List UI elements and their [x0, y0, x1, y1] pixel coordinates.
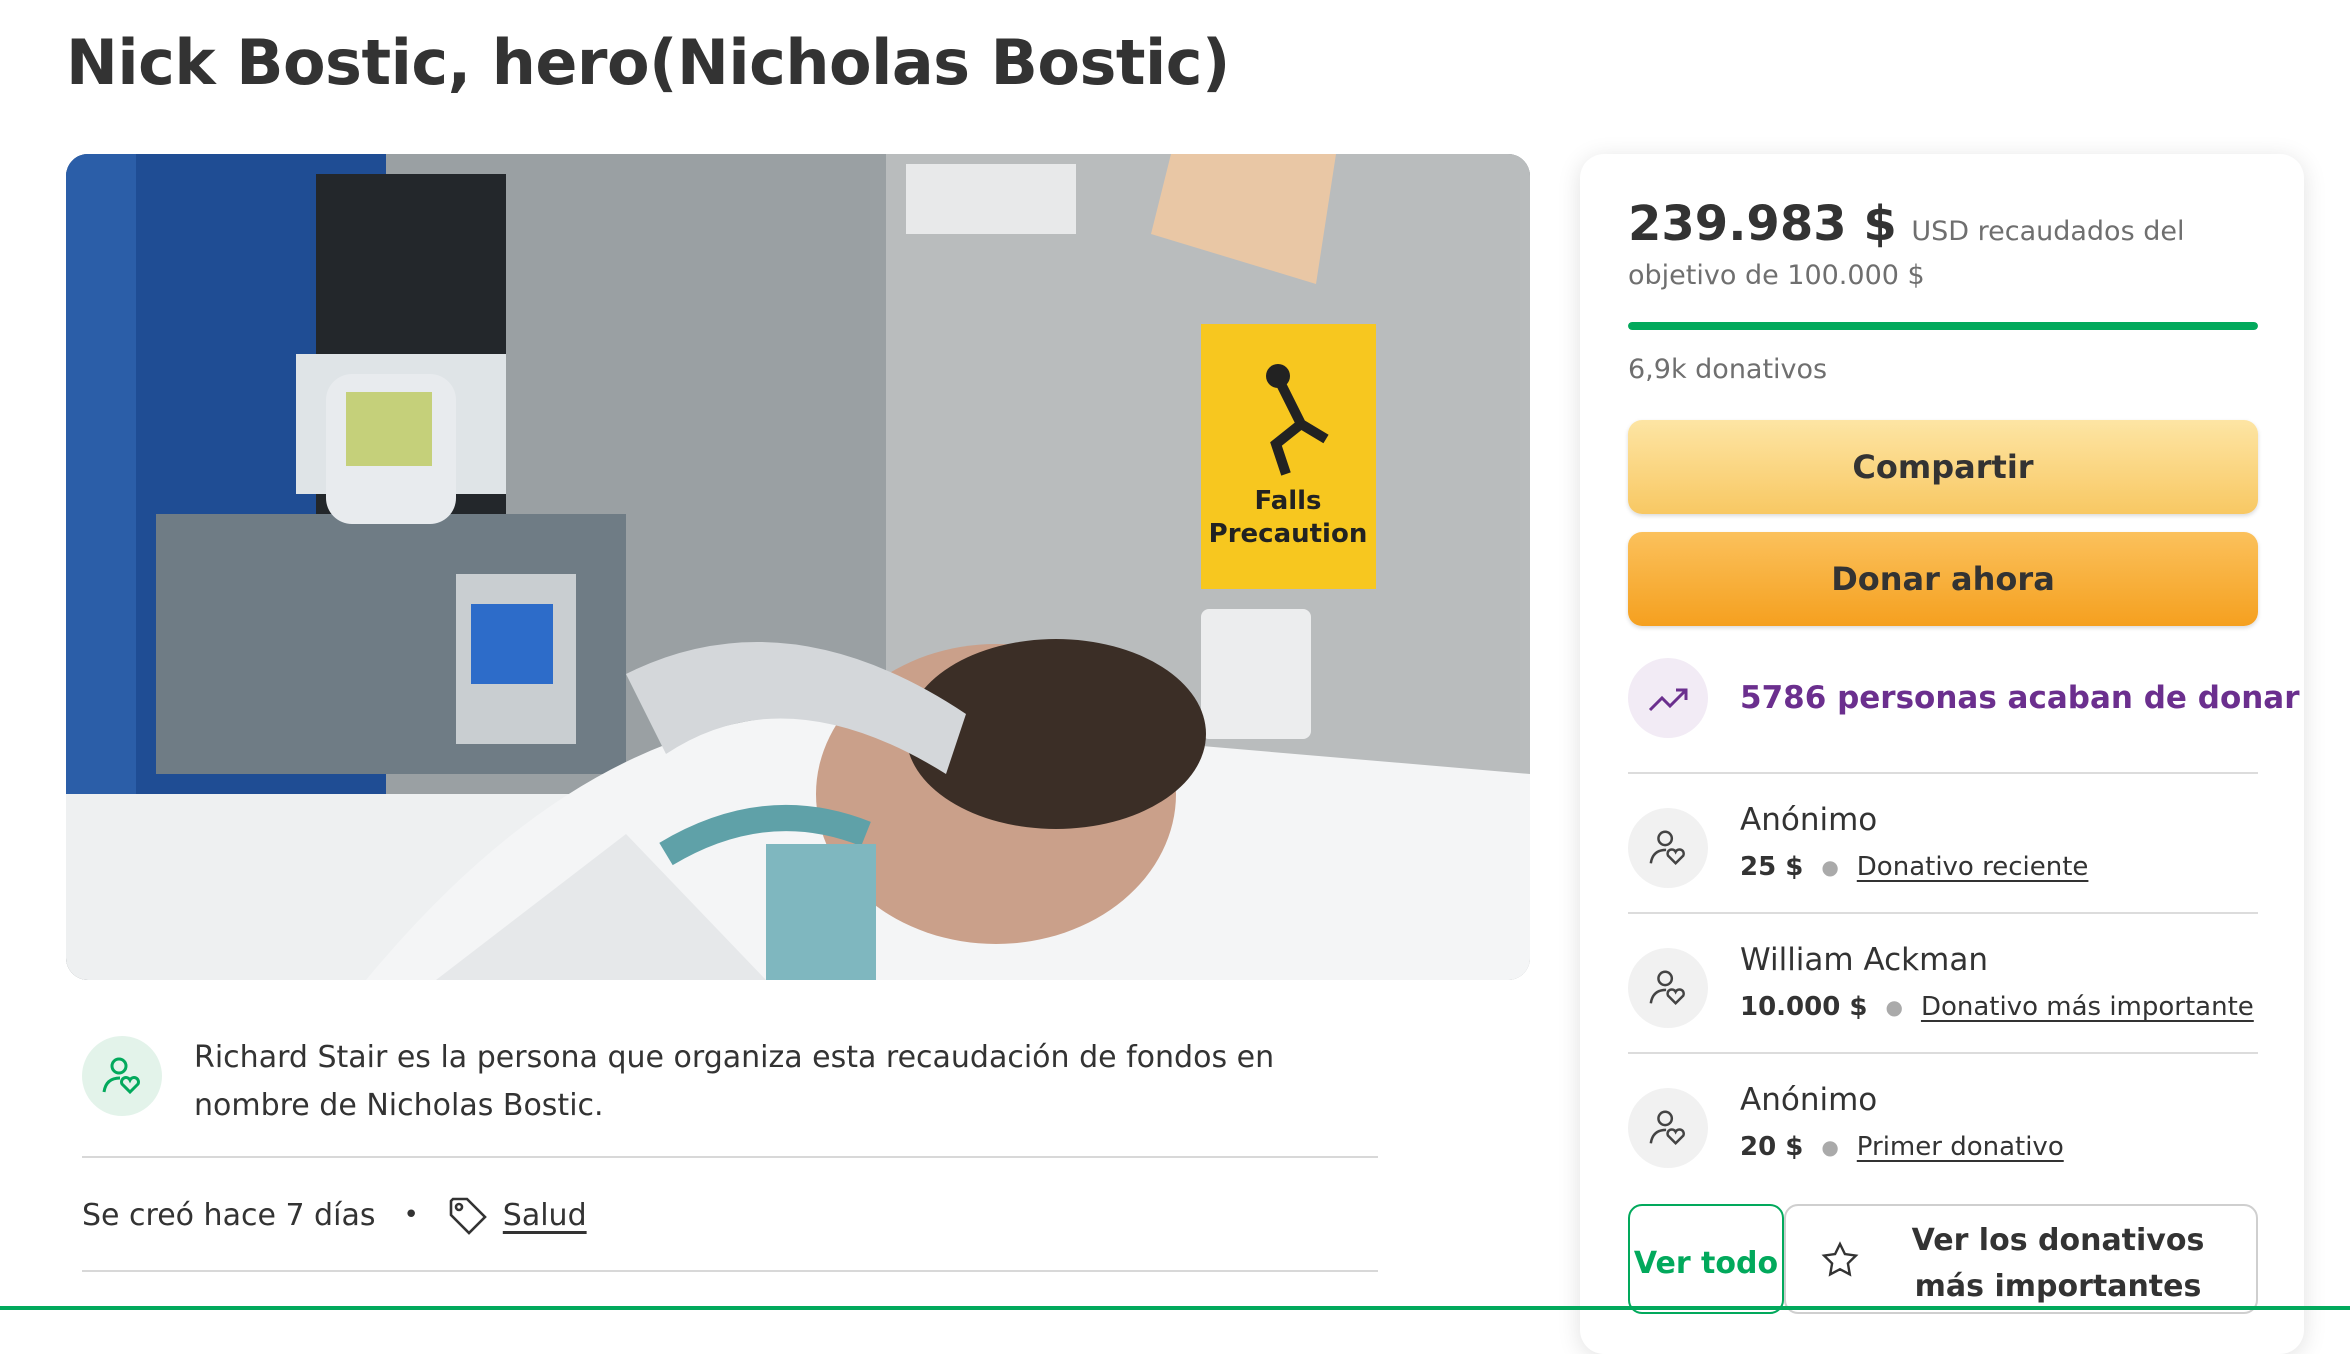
- divider: [82, 1270, 1378, 1272]
- share-button[interactable]: Compartir: [1628, 420, 2258, 514]
- bottom-accent-bar: [0, 1306, 2350, 1310]
- category-link[interactable]: Salud: [503, 1198, 587, 1233]
- tag-icon: [447, 1195, 487, 1235]
- campaign-photo: Falls Precaution: [66, 154, 1530, 980]
- donor-details: 10.000 $ ● Donativo más importante: [1740, 992, 2254, 1022]
- donor-name: Anónimo: [1740, 802, 1878, 838]
- organizer-heart-icon: [82, 1036, 162, 1116]
- dot-separator: ●: [1821, 1135, 1839, 1159]
- divider: [1628, 912, 2258, 914]
- progress-fill: [1628, 322, 2258, 330]
- donor-details: 20 $ ● Primer donativo: [1740, 1132, 2064, 1162]
- progress-bar: [1628, 322, 2258, 330]
- donate-now-button[interactable]: Donar ahora: [1628, 532, 2258, 626]
- donor-item: Anónimo 20 $ ● Primer donativo: [1628, 1082, 2258, 1174]
- page-title: Nick Bostic, hero(Nicholas Bostic): [66, 26, 1230, 99]
- donor-item: William Ackman 10.000 $ ● Donativo más i…: [1628, 942, 2258, 1034]
- donor-name: William Ackman: [1740, 942, 1988, 978]
- created-date: Se creó hace 7 días: [82, 1197, 376, 1233]
- donor-amount: 20 $: [1740, 1132, 1804, 1162]
- raised-summary: 239.983 $ USD recaudados del objetivo de…: [1628, 200, 2268, 298]
- divider: [82, 1156, 1378, 1158]
- dot-separator: ●: [1885, 995, 1903, 1019]
- donor-amount: 10.000 $: [1740, 992, 1868, 1022]
- recent-donations-banner: 5786 personas acaban de donar: [1628, 658, 2300, 738]
- see-top-donations-label: Ver los donativos más importantes: [1911, 1223, 2205, 1304]
- donor-list-actions: Ver todo Ver los donativos más important…: [1628, 1204, 2258, 1314]
- donation-card: 239.983 $ USD recaudados del objetivo de…: [1580, 154, 2304, 1354]
- donor-tag-link[interactable]: Donativo reciente: [1857, 852, 2089, 882]
- campaign-meta: Se creó hace 7 días • Salud: [82, 1190, 587, 1240]
- donor-details: 25 $ ● Donativo reciente: [1740, 852, 2088, 882]
- divider: [1628, 1052, 2258, 1054]
- sign-line-2: Precaution: [1209, 519, 1368, 549]
- donation-count: 6,9k donativos: [1628, 354, 1828, 385]
- donor-heart-icon: [1628, 808, 1708, 888]
- meta-separator: •: [403, 1200, 419, 1230]
- divider: [1628, 772, 2258, 774]
- donor-tag-link[interactable]: Primer donativo: [1857, 1132, 2064, 1162]
- donor-heart-icon: [1628, 948, 1708, 1028]
- donor-heart-icon: [1628, 1088, 1708, 1168]
- sign-line-1: Falls: [1254, 486, 1321, 516]
- donor-tag-link[interactable]: Donativo más importante: [1921, 992, 2254, 1022]
- donor-name: Anónimo: [1740, 1082, 1878, 1118]
- organizer-info: Richard Stair es la persona que organiza…: [82, 1034, 1382, 1124]
- recent-donors-text: 5786 personas acaban de donar: [1740, 680, 2300, 716]
- see-all-button[interactable]: Ver todo: [1628, 1204, 1784, 1314]
- raised-amount: 239.983 $: [1628, 196, 1897, 252]
- see-top-donations-button[interactable]: Ver los donativos más importantes: [1784, 1204, 2258, 1314]
- organizer-text: Richard Stair es la persona que organiza…: [194, 1040, 1275, 1123]
- donor-amount: 25 $: [1740, 852, 1804, 882]
- star-icon: [1820, 1240, 1860, 1280]
- dot-separator: ●: [1821, 855, 1839, 879]
- donor-item: Anónimo 25 $ ● Donativo reciente: [1628, 802, 2258, 894]
- trending-up-icon: [1628, 658, 1708, 738]
